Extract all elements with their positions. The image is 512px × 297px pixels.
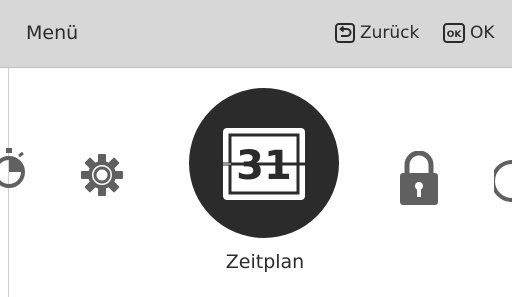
ok-label: OK bbox=[470, 23, 495, 43]
page-title: Menü bbox=[26, 22, 79, 44]
header-bar: Menü Zurück OK OK bbox=[0, 0, 512, 68]
gear-icon[interactable] bbox=[80, 153, 124, 197]
ok-button[interactable]: OK OK bbox=[443, 23, 495, 43]
power-icon[interactable] bbox=[494, 160, 512, 202]
back-button[interactable]: Zurück bbox=[335, 23, 419, 43]
back-label: Zurück bbox=[360, 23, 420, 43]
menu-screen: Menü Zurück OK OK 31 Zeitplan bbox=[0, 0, 512, 297]
back-icon bbox=[335, 23, 355, 43]
calendar-day: 31 bbox=[236, 143, 292, 189]
ok-key-icon: OK bbox=[443, 23, 465, 43]
calendar-icon[interactable]: 31 bbox=[187, 86, 341, 240]
lock-icon[interactable] bbox=[397, 151, 441, 207]
selected-item-label: Zeitplan bbox=[225, 251, 305, 273]
timer-icon[interactable] bbox=[0, 148, 32, 190]
ok-key-glyph: OK bbox=[447, 30, 463, 40]
